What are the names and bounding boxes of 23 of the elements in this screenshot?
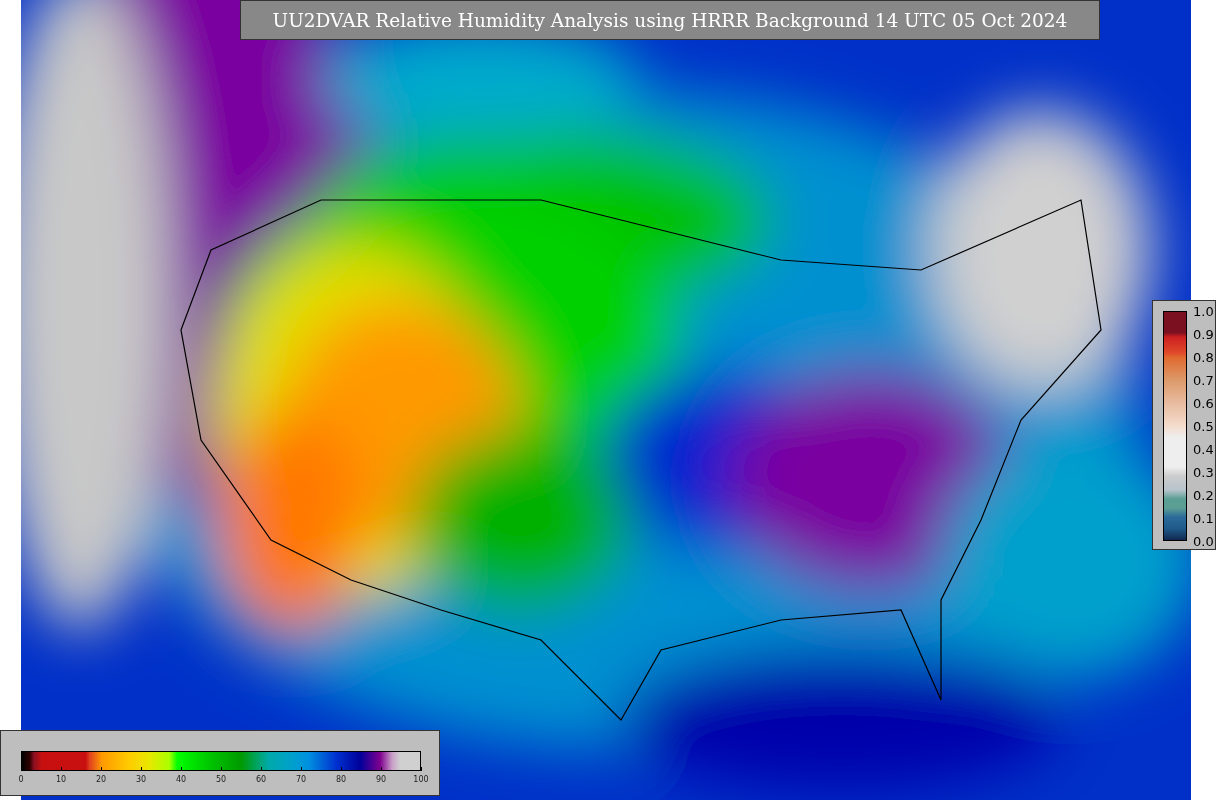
colorbar-tick-label: 80 (335, 775, 347, 784)
colorbar-tick-label: 0.1 (1193, 510, 1214, 526)
colorbar-tick-label: 0.7 (1193, 372, 1214, 388)
colorbar-tick-label: 10 (55, 775, 67, 784)
colorbar-tick-label: 30 (135, 775, 147, 784)
colorbar-tick-label: 1.0 (1193, 303, 1214, 319)
colorbar-tick-label: 0.9 (1193, 326, 1214, 342)
colorbar-tick-label: 0.6 (1193, 395, 1214, 411)
map-title: UU2DVAR Relative Humidity Analysis using HRRR Background 14 UTC 05 Oct 2024 (240, 0, 1100, 40)
colorbar-tick-label: 50 (215, 775, 227, 784)
colorbar-tick-label: 20 (95, 775, 107, 784)
colorbar-tick-label: 60 (255, 775, 267, 784)
colorbar-tick-label: 0.3 (1193, 464, 1214, 480)
colorbar-tick-label: 90 (375, 775, 387, 784)
colorbar-tick-label: 70 (295, 775, 307, 784)
colorbar-tick-label: 0.2 (1193, 487, 1214, 503)
colorbar-tick-label: 0.5 (1193, 418, 1214, 434)
colorbar-tick-label: 0.8 (1193, 349, 1214, 365)
colorbar-tick-label: 0.4 (1193, 441, 1214, 457)
colorbar-tick-label: 0 (18, 775, 24, 784)
colorbar-tick-label: 40 (175, 775, 187, 784)
colorbar-tick-label: 100 (413, 775, 429, 784)
colorbar-tick-label: 0.0 (1193, 533, 1214, 549)
